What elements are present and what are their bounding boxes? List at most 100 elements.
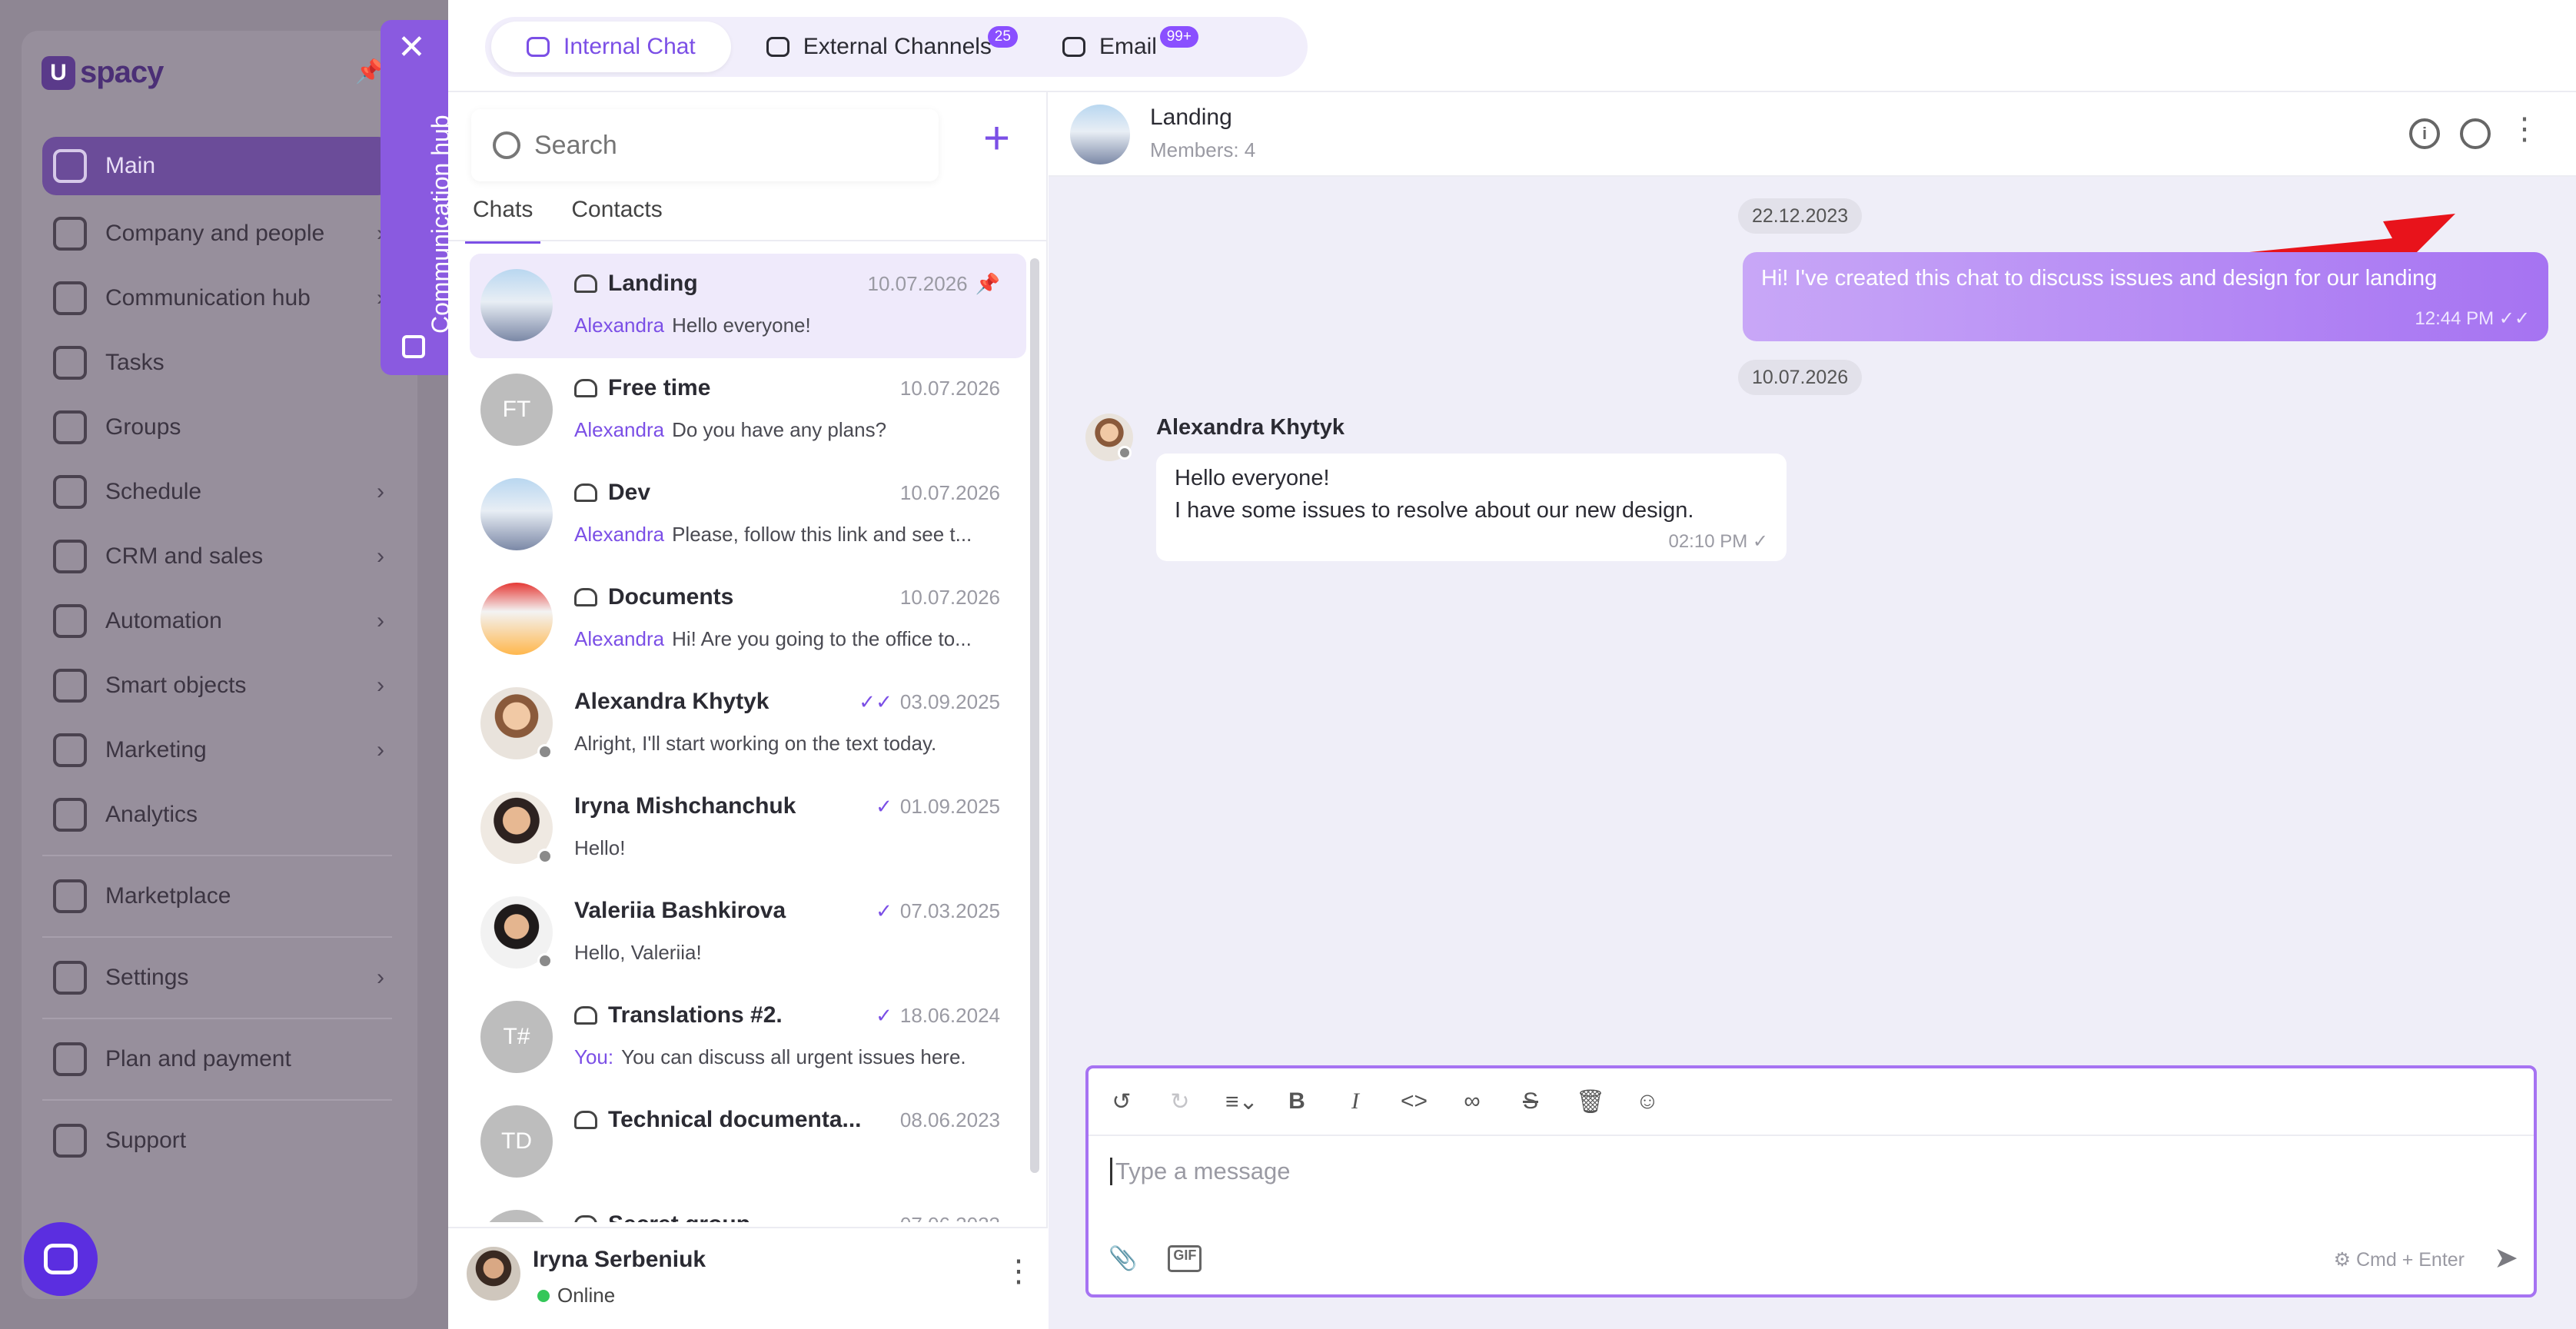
pin-sidebar-icon[interactable]: 📌: [355, 58, 384, 85]
send-shortcut-hint[interactable]: ⚙ Cmd + Enter: [2334, 1248, 2465, 1271]
chat-title: Landing: [574, 271, 698, 297]
sidebar-item-support[interactable]: Support: [42, 1108, 392, 1173]
chat-date: ✓✓ 03.09.2025: [859, 690, 1000, 714]
sidebar-item-marketing[interactable]: Marketing ›: [42, 718, 392, 782]
new-chat-button[interactable]: +: [983, 115, 1010, 161]
avatar: [480, 269, 553, 341]
bolt-icon: [53, 604, 87, 638]
unread-badge: 99+: [1159, 26, 1198, 48]
communication-hub-tab[interactable]: ✕ Communication hub: [381, 20, 454, 375]
chat-date: 10.07.2026: [900, 481, 1000, 505]
preview-text: You can discuss all urgent issues here.: [621, 1045, 966, 1068]
sidebar-item-main[interactable]: Main: [42, 137, 392, 195]
chat-list-item[interactable]: TD Technical documenta... 08.06.2023: [470, 1090, 1026, 1194]
subtab-chats[interactable]: Chats: [465, 189, 541, 244]
subtab-contacts[interactable]: Contacts: [563, 189, 670, 244]
tab-external-channels[interactable]: External Channels 25: [731, 22, 1027, 72]
avatar[interactable]: [1085, 414, 1133, 461]
sidebar-item-tasks[interactable]: Tasks: [42, 331, 392, 395]
members-count[interactable]: Members: 4: [1150, 138, 1255, 162]
attach-icon[interactable]: 📎: [1109, 1245, 1137, 1272]
italic-icon[interactable]: I: [1342, 1088, 1368, 1115]
chat-date-label: 10.07.2026: [899, 377, 1000, 400]
tab-email[interactable]: Email 99+: [1027, 22, 1198, 72]
logo[interactable]: U spacy: [42, 55, 164, 90]
chat-date: 10.07.2026: [900, 377, 1000, 400]
chat-support-button[interactable]: [24, 1222, 98, 1296]
avatar[interactable]: [1070, 105, 1130, 164]
sidebar-item-automation[interactable]: Automation ›: [42, 589, 392, 653]
sidebar-item-label: Schedule: [105, 479, 202, 504]
chat-list-item[interactable]: Alexandra Khytyk ✓✓ 03.09.2025 Alright, I'l…: [470, 672, 1026, 776]
sidebar-item-smart-objects[interactable]: Smart objects ›: [42, 653, 392, 718]
outgoing-message[interactable]: Hi! I've created this chat to discuss is…: [1743, 252, 2548, 341]
sidebar-item-communication-hub[interactable]: Communication hub›: [42, 266, 392, 331]
chat-list-item[interactable]: FT Free time 10.07.2026 Alexandra Do you hav…: [470, 358, 1026, 463]
chat-list-item[interactable]: Valeriia Bashkirova ✓ 07.03.2025 Hello, Val…: [470, 881, 1026, 985]
redo-icon[interactable]: ↻: [1167, 1088, 1193, 1115]
preview-text: Hello, Valeriia!: [574, 941, 702, 964]
message-sender[interactable]: Alexandra Khytyk: [1156, 415, 1345, 440]
sidebar-item-analytics[interactable]: Analytics: [42, 782, 392, 847]
more-vertical-icon[interactable]: ⋮: [1003, 1256, 1034, 1287]
pin-icon[interactable]: 📌: [976, 272, 1000, 296]
gif-icon[interactable]: GIF: [1168, 1245, 1202, 1272]
send-icon[interactable]: ➤: [2494, 1241, 2518, 1275]
emoji-icon[interactable]: ☺: [1634, 1088, 1660, 1115]
clear-format-icon[interactable]: 🗑: [1576, 1088, 1605, 1115]
avatar[interactable]: [467, 1247, 520, 1301]
chat-date: 08.06.2023: [900, 1108, 1000, 1132]
top-bar: Internal Chat External Channels 25 Email…: [448, 0, 2576, 92]
sidebar-item-schedule[interactable]: Schedule ›: [42, 460, 392, 524]
chat-title: Free time: [574, 375, 710, 401]
divider: [448, 240, 1048, 241]
search-input[interactable]: [534, 130, 903, 161]
unread-badge: 25: [987, 26, 1018, 48]
chat-list-item[interactable]: T# Translations #2. ✓ 18.06.2024 You: You can…: [470, 985, 1026, 1090]
message-input[interactable]: Type a message: [1110, 1158, 1290, 1185]
sidebar-item-plan-and-payment[interactable]: Plan and payment: [42, 1027, 392, 1091]
chat-title-label: Documents: [608, 584, 734, 610]
search-box[interactable]: [471, 109, 939, 181]
more-vertical-icon[interactable]: ⋮: [2509, 114, 2540, 145]
sidebar-item-company-and-people[interactable]: Company and people›: [42, 201, 392, 266]
avatar: [480, 478, 553, 550]
chat-list-scrollbar[interactable]: [1030, 258, 1039, 1173]
chat-title: Iryna Mishchanchuk: [574, 793, 796, 819]
incoming-message[interactable]: Hello everyone! I have some issues to re…: [1156, 454, 1787, 561]
sidebar-item-groups[interactable]: Groups: [42, 395, 392, 460]
sidebar-item-label: Communication hub: [105, 285, 311, 311]
sidebar-item-settings[interactable]: Settings ›: [42, 945, 392, 1010]
chat-preview: Alexandra Please, follow this link and se…: [574, 523, 989, 547]
chat-list-item[interactable]: Landing 10.07.2026 📌 Alexandra Hello everyon…: [470, 254, 1026, 358]
link-icon[interactable]: ∞: [1459, 1088, 1485, 1115]
chat-preview: Alexandra Hi! Are you going to the office…: [574, 627, 989, 651]
composer-actions: 📎 GIF: [1109, 1245, 1202, 1272]
conversation-title[interactable]: Landing: [1150, 105, 1232, 131]
undo-icon[interactable]: ↺: [1109, 1088, 1135, 1115]
chat-list-item[interactable]: Documents 10.07.2026 Alexandra Hi! Are you …: [470, 567, 1026, 672]
chat-list-item[interactable]: Secret group 07.06.2023: [470, 1194, 1026, 1222]
chat-title-label: Alexandra Khytyk: [574, 689, 769, 714]
help-icon: [53, 1124, 87, 1158]
info-icon[interactable]: i: [2409, 118, 2440, 149]
chat-list-item[interactable]: Dev 10.07.2026 Alexandra Please, follow thi…: [470, 463, 1026, 567]
close-hub-icon[interactable]: ✕: [397, 31, 426, 65]
hub-icon: [402, 335, 425, 358]
strikethrough-icon[interactable]: S: [1517, 1088, 1544, 1115]
search-icon[interactable]: [2460, 118, 2491, 149]
code-icon[interactable]: <>: [1401, 1088, 1428, 1115]
chevron-right-icon: ›: [377, 479, 384, 504]
check-icon: ✓: [1752, 531, 1768, 552]
chat-subtabs: Chats Contacts: [465, 189, 670, 244]
sidebar-item-marketplace[interactable]: Marketplace: [42, 864, 392, 929]
bold-icon[interactable]: B: [1284, 1088, 1310, 1115]
check-icon: ✓: [876, 795, 892, 818]
double-check-icon: ✓✓: [859, 690, 892, 713]
tab-internal-chat[interactable]: Internal Chat: [491, 22, 731, 72]
align-icon[interactable]: ≡⌄: [1225, 1088, 1258, 1115]
preview-sender: Alexandra: [574, 418, 665, 441]
chat-list-item[interactable]: Iryna Mishchanchuk ✓ 01.09.2025 Hello!: [470, 776, 1026, 881]
presence-status[interactable]: Online: [537, 1284, 615, 1307]
sidebar-item-crm-and-sales[interactable]: CRM and sales ›: [42, 524, 392, 589]
